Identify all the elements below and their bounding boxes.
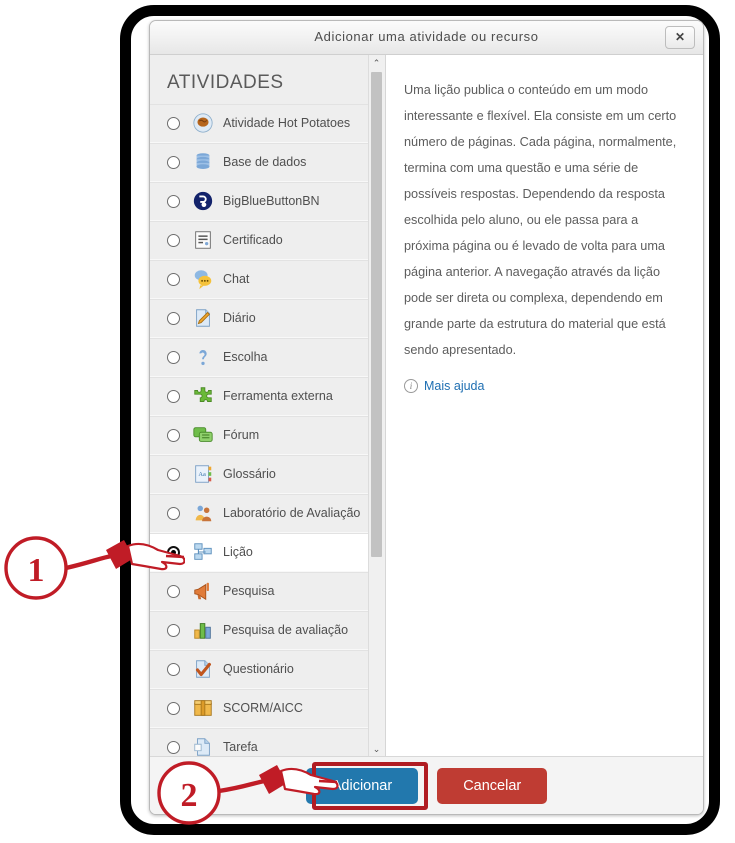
database-icon (196, 153, 210, 169)
activity-row-assignment[interactable]: Tarefa (150, 728, 385, 757)
scrollbar-thumb[interactable] (371, 72, 382, 557)
activity-row-hot-potatoes[interactable]: Atividade Hot Potatoes (150, 104, 385, 143)
activity-row-feedback-chart[interactable]: Pesquisa de avaliação (150, 611, 385, 650)
activities-panel: ATIVIDADES Atividade Hot Potatoes Base de… (150, 55, 386, 757)
radio-button[interactable] (167, 701, 180, 715)
activity-label: Certificado (223, 232, 283, 247)
dialog-footer: Adicionar Cancelar (150, 756, 703, 814)
radio-button[interactable] (167, 155, 180, 169)
activity-row-bigbluebutton[interactable]: BigBlueButtonBN (150, 182, 385, 221)
activity-row-lesson[interactable]: Lição (150, 533, 385, 572)
activity-row-chat[interactable]: Chat (150, 260, 385, 299)
cancel-button[interactable]: Cancelar (437, 767, 548, 804)
activity-label: Questionário (223, 661, 294, 676)
radio-button[interactable] (167, 545, 180, 559)
activity-label: Base de dados (223, 154, 307, 169)
description-panel: Uma lição publica o conteúdo em um modo … (386, 55, 703, 757)
quiz-icon (195, 660, 211, 678)
activity-label: Laboratório de Avaliação (223, 505, 361, 520)
radio-button[interactable] (167, 272, 180, 286)
section-title: ATIVIDADES (167, 72, 284, 93)
radio-button[interactable] (167, 506, 180, 520)
dialog-title: Adicionar uma atividade ou recurso (314, 29, 539, 44)
activity-row-database[interactable]: Base de dados (150, 143, 385, 182)
certificate-icon (195, 231, 211, 249)
activity-label: Fórum (223, 427, 260, 442)
radio-button[interactable] (167, 311, 180, 325)
add-activity-dialog: Adicionar uma atividade ou recurso ✕ ATI… (149, 20, 704, 815)
svg-text:Aa: Aa (198, 471, 206, 478)
activity-row-scorm[interactable]: SCORM/AICC (150, 689, 385, 728)
journal-icon (196, 309, 211, 327)
activity-label: Escolha (223, 349, 268, 364)
activity-description: Uma lição publica o conteúdo em um modo … (404, 83, 677, 358)
annotation-step-1-number: 1 (28, 552, 45, 589)
activity-row-journal[interactable]: Diário (150, 299, 385, 338)
activity-row-survey-megaphone[interactable]: Pesquisa (150, 572, 385, 611)
activity-row-external-tool[interactable]: Ferramenta externa (150, 377, 385, 416)
radio-button[interactable] (167, 662, 180, 676)
lesson-icon (194, 543, 212, 560)
activity-row-forum[interactable]: Fórum (150, 416, 385, 455)
radio-button[interactable] (167, 428, 180, 442)
add-button[interactable]: Adicionar (305, 767, 419, 804)
info-circle-icon: i (404, 379, 418, 394)
activity-row-quiz[interactable]: Questionário (150, 650, 385, 689)
activity-label: Pesquisa de avaliação (223, 622, 349, 637)
dialog-titlebar: Adicionar uma atividade ou recurso ✕ (150, 21, 703, 55)
radio-button[interactable] (167, 350, 180, 364)
hot-potatoes-icon (193, 113, 213, 133)
activity-list: Atividade Hot Potatoes Base de dados BigBl… (150, 104, 385, 757)
activity-label: Chat (223, 271, 250, 286)
more-help-link[interactable]: Mais ajuda (424, 379, 484, 393)
activity-row-choice[interactable]: Escolha (150, 338, 385, 377)
activity-label: Diário (223, 310, 256, 325)
scorm-icon (194, 700, 212, 716)
forum-icon (193, 427, 213, 442)
activity-label: Ferramenta externa (223, 388, 333, 403)
activity-label: BigBlueButtonBN (223, 193, 320, 208)
activity-label: Atividade Hot Potatoes (223, 115, 351, 130)
more-help-row[interactable]: i Mais ajuda (404, 379, 681, 394)
bigbluebutton-icon (193, 191, 213, 211)
activity-row-glossary[interactable]: Aa Glossário (150, 455, 385, 494)
glossary-icon: Aa (195, 465, 212, 483)
radio-button[interactable] (167, 740, 180, 754)
activities-scrollbar[interactable]: ⌃ ⌄ (368, 55, 385, 757)
radio-button[interactable] (167, 116, 180, 130)
activity-label: Pesquisa (223, 583, 275, 598)
radio-button[interactable] (167, 194, 180, 208)
assignment-icon (194, 738, 210, 756)
workshop-icon (195, 505, 212, 522)
activity-label: Tarefa (223, 739, 258, 754)
activity-row-certificate[interactable]: Certificado (150, 221, 385, 260)
radio-button[interactable] (167, 467, 180, 481)
scroll-down-icon[interactable]: ⌄ (369, 741, 384, 757)
activity-label: Lição (223, 544, 253, 559)
radio-button[interactable] (167, 233, 180, 247)
scroll-up-icon[interactable]: ⌃ (369, 55, 384, 71)
radio-button[interactable] (167, 584, 180, 598)
feedback-chart-icon (194, 623, 211, 639)
activity-label: SCORM/AICC (223, 700, 303, 715)
radio-button[interactable] (167, 389, 180, 403)
survey-megaphone-icon (194, 582, 209, 601)
activity-row-workshop[interactable]: Laboratório de Avaliação (150, 494, 385, 533)
external-tool-icon (194, 387, 212, 402)
activity-label: Glossário (223, 466, 276, 481)
close-icon[interactable]: ✕ (665, 26, 695, 49)
choice-icon (199, 350, 207, 366)
radio-button[interactable] (167, 623, 180, 637)
chat-icon (194, 270, 212, 290)
dialog-body: ATIVIDADES Atividade Hot Potatoes Base de… (150, 55, 703, 757)
